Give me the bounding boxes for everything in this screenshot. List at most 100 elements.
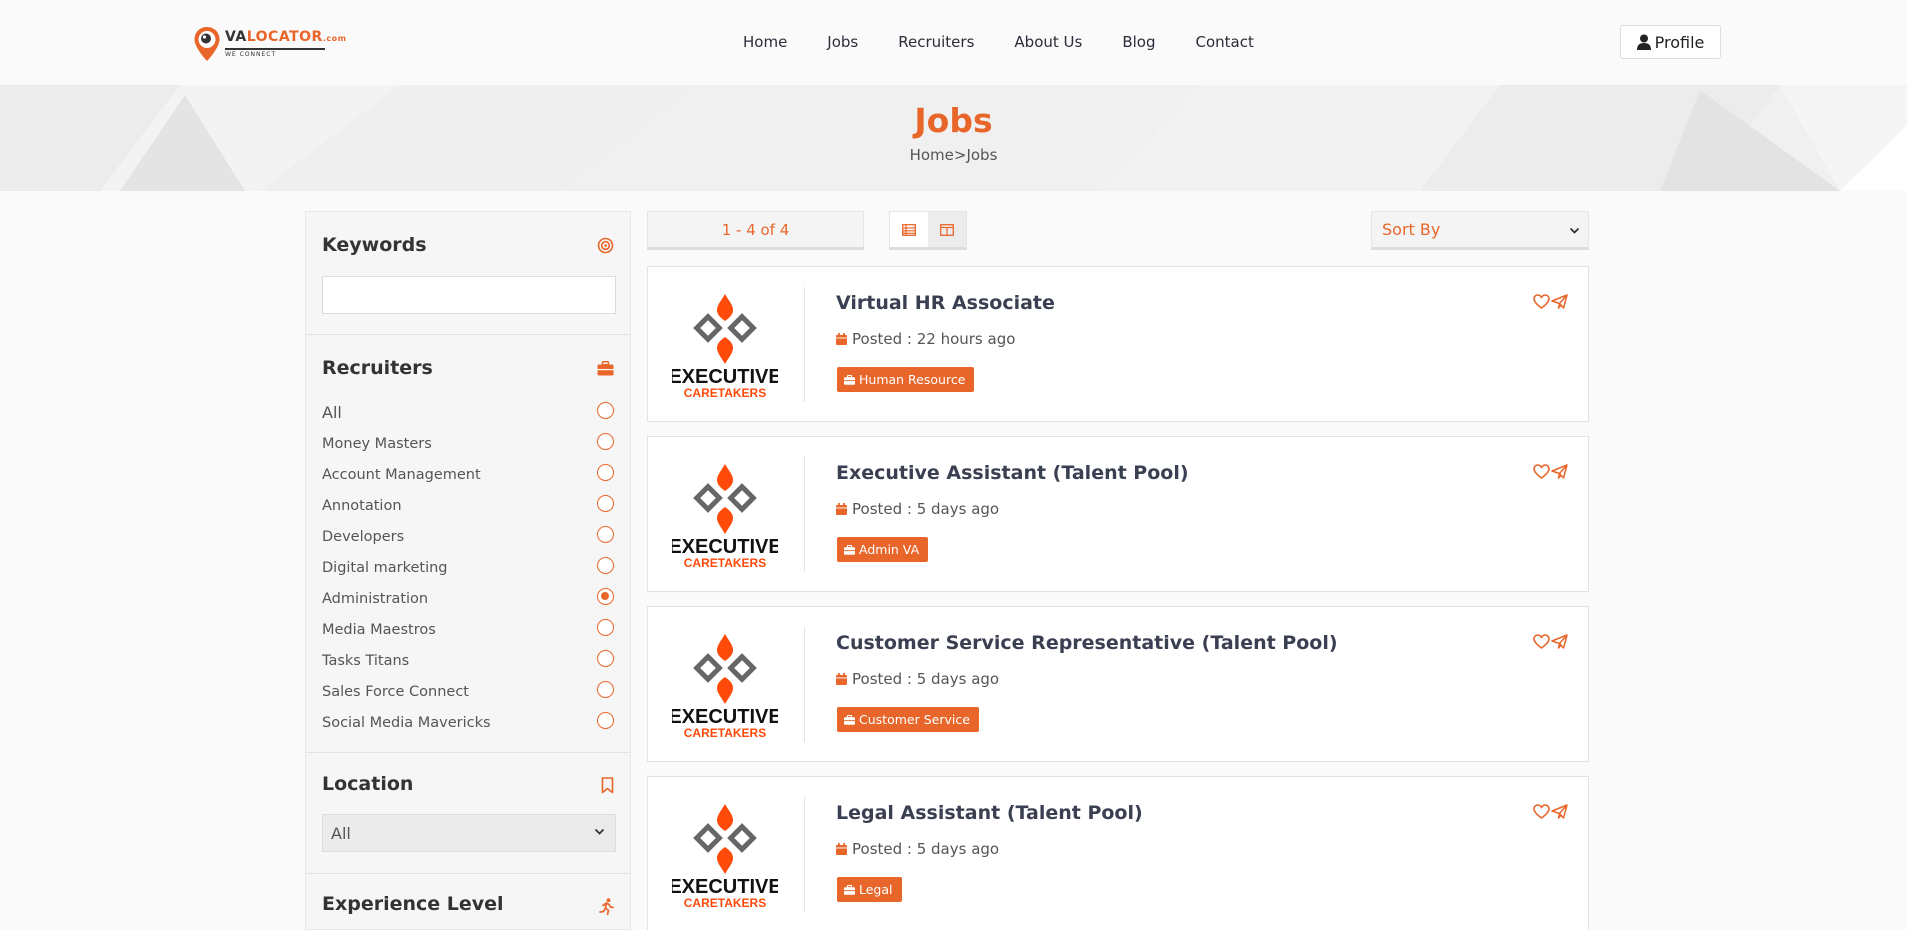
sort-select[interactable]: Sort By [1371, 211, 1589, 250]
recruiter-option-account-management[interactable]: Account Management [322, 459, 614, 490]
nav-home[interactable]: Home [743, 33, 787, 51]
job-card[interactable]: EXECUTIVE CARETAKERS Virtual HR Associat… [647, 266, 1589, 422]
recruiter-radio[interactable] [597, 464, 614, 481]
recruiter-radio[interactable] [597, 433, 614, 450]
site-logo[interactable]: VALOCATOR.com WE CONNECT [193, 26, 346, 62]
recruiter-option-administration[interactable]: Administration [322, 583, 614, 614]
favorite-button[interactable] [1533, 464, 1550, 479]
job-category-tag[interactable]: Admin VA [837, 537, 929, 562]
recruiter-option-label: Account Management [322, 466, 481, 483]
recruiter-option-digital-marketing[interactable]: Digital marketing [322, 552, 614, 583]
company-name-line1: EXECUTIVE [672, 876, 778, 898]
job-category-tag[interactable]: Legal [837, 877, 902, 902]
job-title[interactable]: Customer Service Representative (Talent … [836, 632, 1338, 654]
company-name-line2: CARETAKERS [684, 556, 766, 569]
user-icon [1636, 34, 1651, 50]
job-title[interactable]: Virtual HR Associate [836, 292, 1055, 314]
job-category-text: Legal [859, 882, 893, 897]
recruiter-option-social-media-mavericks[interactable]: Social Media Mavericks [322, 707, 614, 738]
sort-selected-value: Sort By [1382, 220, 1441, 239]
card-divider [804, 627, 805, 742]
share-button[interactable] [1551, 464, 1568, 479]
breadcrumb[interactable]: Home>Jobs [0, 146, 1907, 164]
favorite-button[interactable] [1533, 804, 1550, 819]
nav-contact[interactable]: Contact [1196, 33, 1254, 51]
location-title: Location [322, 773, 414, 795]
calendar-icon [836, 333, 847, 345]
page-title: Jobs [914, 101, 993, 140]
grid-view-button[interactable] [928, 212, 966, 247]
recruiter-radio[interactable] [597, 681, 614, 698]
keywords-input[interactable] [322, 276, 616, 314]
grid-view-icon [940, 223, 954, 236]
share-button[interactable] [1551, 294, 1568, 309]
favorite-button[interactable] [1533, 634, 1550, 649]
filters-sidebar: Keywords Recruiters All Money Masters Ac… [305, 211, 631, 930]
recruiter-option-media-maestros[interactable]: Media Maestros [322, 614, 614, 645]
recruiter-option-label: Tasks Titans [322, 652, 410, 669]
site-header: VALOCATOR.com WE CONNECT Home Jobs Recru… [0, 0, 1907, 85]
recruiter-radio[interactable] [597, 557, 614, 574]
running-icon [599, 898, 614, 919]
company-name-line2: CARETAKERS [684, 726, 766, 739]
location-select[interactable]: All [322, 814, 616, 852]
chevron-down-icon [1569, 227, 1580, 234]
logo-underline [225, 48, 325, 50]
logo-main-right: LOCATOR [246, 29, 323, 46]
share-button[interactable] [1551, 804, 1568, 819]
nav-jobs[interactable]: Jobs [827, 33, 858, 51]
job-category-text: Customer Service [859, 712, 970, 727]
list-view-button[interactable] [890, 212, 928, 247]
profile-button[interactable]: Profile [1620, 25, 1721, 59]
job-card[interactable]: EXECUTIVE CARETAKERS Customer Service Re… [647, 606, 1589, 762]
recruiter-radio-checked[interactable] [597, 588, 614, 605]
job-title[interactable]: Legal Assistant (Talent Pool) [836, 802, 1143, 824]
recruiter-option-label: Money Masters [322, 435, 432, 452]
main-nav: Home Jobs Recruiters About Us Blog Conta… [743, 33, 1254, 51]
profile-label: Profile [1654, 32, 1705, 52]
company-name-line2: CARETAKERS [684, 896, 766, 909]
recruiter-radio[interactable] [597, 712, 614, 729]
recruiter-radio[interactable] [597, 495, 614, 512]
recruiter-radio[interactable] [597, 650, 614, 667]
bookmark-icon [601, 777, 614, 798]
share-button[interactable] [1551, 634, 1568, 649]
recruiter-option-label: Digital marketing [322, 559, 448, 576]
page-hero: Jobs Home>Jobs [0, 85, 1907, 191]
heart-icon [1533, 804, 1550, 819]
recruiter-option-developers[interactable]: Developers [322, 521, 614, 552]
job-title[interactable]: Executive Assistant (Talent Pool) [836, 462, 1189, 484]
job-category-tag[interactable]: Human Resource [837, 367, 975, 392]
job-posted-date: Posted : 22 hours ago [836, 330, 1015, 348]
job-posted-text: Posted : 22 hours ago [852, 330, 1016, 348]
job-card[interactable]: EXECUTIVE CARETAKERS Executive Assistant… [647, 436, 1589, 592]
recruiters-list: All Money Masters Account Management Ann… [322, 397, 614, 738]
recruiter-radio[interactable] [597, 619, 614, 636]
job-category-tag[interactable]: Customer Service [837, 707, 979, 732]
calendar-icon [836, 503, 847, 515]
recruiter-radio[interactable] [597, 402, 614, 419]
company-logo: EXECUTIVE CARETAKERS [668, 461, 782, 570]
job-actions [1533, 294, 1568, 309]
recruiter-option-sales-force-connect[interactable]: Sales Force Connect [322, 676, 614, 707]
briefcase-icon [844, 884, 855, 895]
nav-blog[interactable]: Blog [1122, 33, 1155, 51]
card-divider [804, 457, 805, 572]
location-filter: Location All [306, 753, 630, 874]
experience-title: Experience Level [322, 893, 504, 915]
job-card[interactable]: EXECUTIVE CARETAKERS Legal Assistant (Ta… [647, 776, 1589, 930]
job-posted-text: Posted : 5 days ago [852, 670, 1000, 688]
recruiter-option-money-masters[interactable]: Money Masters [322, 428, 614, 459]
recruiter-option-annotation[interactable]: Annotation [322, 490, 614, 521]
favorite-button[interactable] [1533, 294, 1550, 309]
recruiter-radio[interactable] [597, 526, 614, 543]
briefcase-icon [844, 544, 855, 555]
nav-recruiters[interactable]: Recruiters [898, 33, 974, 51]
briefcase-icon [844, 714, 855, 725]
nav-about-us[interactable]: About Us [1014, 33, 1082, 51]
view-toggle [889, 211, 967, 250]
company-name-line1: EXECUTIVE [672, 706, 778, 728]
recruiter-option-tasks-titans[interactable]: Tasks Titans [322, 645, 614, 676]
recruiter-option-all[interactable]: All [322, 397, 614, 428]
recruiter-option-label: Media Maestros [322, 621, 436, 638]
